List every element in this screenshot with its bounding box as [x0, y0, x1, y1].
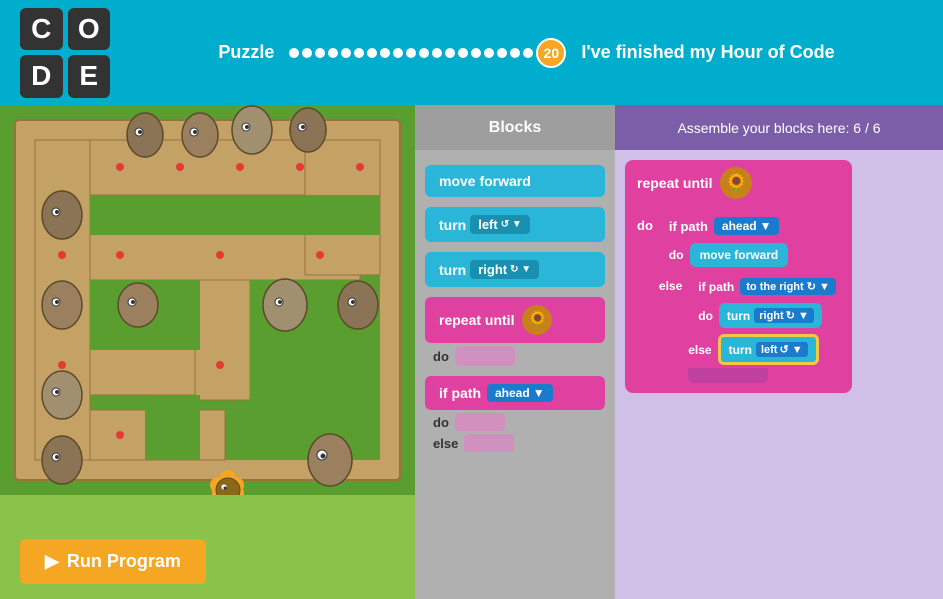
blocks-list: move forward turn left ↺ ▼ turn right ↻ … [415, 150, 615, 599]
maze-canvas [0, 105, 415, 495]
puzzle-dot-17[interactable] [497, 48, 507, 58]
else-turn-left-row: else turn left ↺ ▼ [688, 334, 846, 365]
assemble-tab-label: Assemble your blocks here: 6 / 6 [677, 120, 880, 136]
header: C O D E Puzzle 20 I've finished my Hour … [0, 0, 943, 105]
right-arr: ↻ ▼ [786, 309, 809, 322]
puzzle-dot-9[interactable] [393, 48, 403, 58]
puzzle-dot-12[interactable] [432, 48, 442, 58]
move-forward-block[interactable]: move forward [425, 165, 605, 197]
code-logo: C O D E [20, 8, 110, 98]
else-slot [464, 434, 514, 452]
run-button-label: Run Program [67, 551, 181, 572]
do-slot [455, 346, 515, 366]
if-ahead-group: if path ahead ▼ do move forward [659, 212, 846, 383]
blocks-panel: Blocks Assemble your blocks here: 6 / 6 … [415, 105, 943, 599]
puzzle-dot-5[interactable] [341, 48, 351, 58]
else-label-block: else [433, 436, 458, 451]
puzzle-dot-15[interactable] [471, 48, 481, 58]
blocks-tab[interactable]: Blocks [415, 105, 615, 150]
move-forward-assembled[interactable]: move forward [690, 243, 789, 267]
puzzle-dot-7[interactable] [367, 48, 377, 58]
assemble-tab[interactable]: Assemble your blocks here: 6 / 6 [615, 105, 943, 150]
repeat-body: do if path ahead ▼ [625, 206, 852, 393]
puzzle-dot-18[interactable] [510, 48, 520, 58]
do2-slot [455, 413, 505, 431]
play-icon: ▶ [45, 551, 59, 572]
puzzle-bar: Puzzle 20 I've finished my Hour of Code [130, 38, 923, 68]
ahead-arrow-assembled: ▼ [760, 219, 772, 233]
repeat-until-assembled[interactable]: repeat until 🌻 [625, 160, 852, 206]
blocks-tab-label: Blocks [489, 119, 541, 137]
puzzle-dot-4[interactable] [328, 48, 338, 58]
logo-c: C [20, 8, 63, 51]
turn-left-block[interactable]: turn left ↺ ▼ [425, 207, 605, 242]
do-label-block: do [433, 349, 449, 364]
logo-d: D [20, 55, 63, 98]
turn-right-block[interactable]: turn right ↻ ▼ [425, 252, 605, 287]
repeat-sunflower: 🌻 [522, 305, 552, 335]
do-turn-right-row: do turn right ↻ ▼ [698, 303, 846, 328]
puzzle-dot-current: 20 [536, 38, 566, 68]
do-assembled: do [637, 218, 653, 233]
puzzle-dot-10[interactable] [406, 48, 416, 58]
repeat-until-block[interactable]: repeat until 🌻 [425, 297, 605, 343]
run-program-button[interactable]: ▶ Run Program [20, 539, 206, 584]
assembled-program: repeat until 🌻 do if path [625, 160, 852, 393]
ahead-arrow: ▼ [533, 386, 545, 400]
game-area: ▶ Run Program [0, 105, 415, 599]
left-assembled-dropdown[interactable]: left ↺ ▼ [756, 342, 808, 357]
puzzle-dot-8[interactable] [380, 48, 390, 58]
puzzle-dot-14[interactable] [458, 48, 468, 58]
right-assembled-dropdown[interactable]: right ↻ ▼ [754, 308, 814, 323]
do-move-row: do move forward [669, 243, 846, 267]
do3-assembled: do [698, 309, 713, 323]
do2-assembled: do [669, 248, 684, 262]
blocks-content: move forward turn left ↺ ▼ turn right ↻ … [415, 150, 943, 599]
turn-right-assembled[interactable]: turn right ↻ ▼ [719, 303, 822, 328]
logo-e: E [68, 55, 111, 98]
turn-left-assembled[interactable]: turn left ↺ ▼ [718, 334, 819, 365]
ahead-dropdown-assembled[interactable]: ahead ▼ [714, 217, 780, 235]
puzzle-dot-6[interactable] [354, 48, 364, 58]
bottom-connector [688, 368, 768, 383]
right-dropdown-arrow: ↻ ▼ [807, 280, 830, 293]
puzzle-dot-2[interactable] [302, 48, 312, 58]
puzzle-dot-1[interactable] [289, 48, 299, 58]
if-path-right-assembled[interactable]: if path to the right ↻ ▼ [688, 273, 846, 300]
puzzle-dot-11[interactable] [419, 48, 429, 58]
left-arr: ↺ ▼ [779, 343, 802, 356]
to-the-right-dropdown[interactable]: to the right ↻ ▼ [740, 278, 836, 295]
puzzle-label: Puzzle [218, 42, 274, 63]
ahead-dropdown[interactable]: ahead ▼ [487, 384, 553, 402]
puzzle-dot-19[interactable] [523, 48, 533, 58]
dropdown-arrow2: ↻ ▼ [510, 264, 531, 275]
else2-assembled: else [688, 343, 711, 357]
puzzle-dot-13[interactable] [445, 48, 455, 58]
else-row: else if path to the right ↻ ▼ [659, 273, 846, 383]
blocks-header: Blocks Assemble your blocks here: 6 / 6 [415, 105, 943, 150]
puzzle-dot-3[interactable] [315, 48, 325, 58]
dropdown-arrow: ↺ ▼ [501, 219, 522, 230]
finished-label: I've finished my Hour of Code [581, 42, 834, 63]
do-row: do if path ahead ▼ [637, 212, 846, 383]
do2-label-block: do [433, 415, 449, 430]
main-area: ▶ Run Program Blocks Assemble your block… [0, 105, 943, 599]
repeat-sunflower-assembled: 🌻 [720, 167, 752, 199]
maze-svg [0, 105, 415, 495]
if-path-block[interactable]: if path ahead ▼ [425, 376, 605, 410]
logo-o: O [68, 8, 111, 51]
left-dropdown[interactable]: left ↺ ▼ [470, 215, 530, 234]
if-right-group: if path to the right ↻ ▼ [688, 273, 846, 383]
assembly-area: repeat until 🌻 do if path [615, 150, 943, 599]
puzzle-dots: 20 [289, 38, 566, 68]
puzzle-dot-16[interactable] [484, 48, 494, 58]
if-path-ahead-assembled[interactable]: if path ahead ▼ [659, 212, 846, 240]
right-dropdown[interactable]: right ↻ ▼ [470, 260, 539, 279]
else-assembled: else [659, 279, 682, 293]
